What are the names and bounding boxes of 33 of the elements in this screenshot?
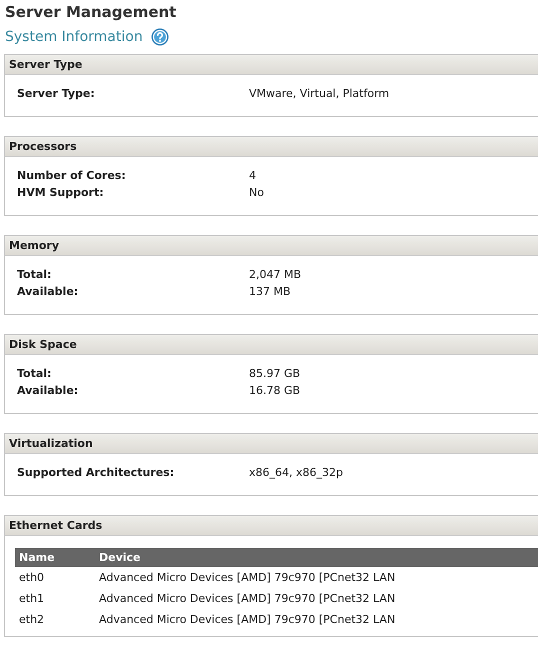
section-header: Ethernet Cards xyxy=(5,516,538,536)
section-header: Processors xyxy=(5,137,538,157)
table-cell: eth0 xyxy=(15,567,95,588)
field-label: Total: xyxy=(17,267,52,283)
field-value: 2,047 MB xyxy=(249,267,302,283)
table-cell-text: Advanced Micro Devices [AMD] 79c970 [PCnet32 LAN xyxy=(98,612,396,628)
field-value: x86_64, x86_32p xyxy=(249,465,344,481)
field-label: Available: xyxy=(17,383,80,399)
field-label: Available: xyxy=(17,284,80,300)
field-label: Total: xyxy=(17,366,52,382)
column-header: Device xyxy=(95,548,538,567)
section-header: Memory xyxy=(5,236,538,256)
field-label: HVM Support: xyxy=(17,185,105,201)
column-header: Name xyxy=(15,548,95,567)
section-header: Virtualization xyxy=(5,434,538,454)
field-label: Supported Architectures: xyxy=(17,465,176,481)
field-label: Number of Cores: xyxy=(17,168,127,184)
field-label: Server Type: xyxy=(17,86,96,102)
page-subtitle: System Information xyxy=(5,29,143,45)
table-cell-text: Advanced Micro Devices [AMD] 79c970 [PCnet32 LAN xyxy=(98,591,396,607)
field-value: 137 MB xyxy=(249,284,292,300)
section-header: Server Type xyxy=(5,55,538,75)
field-value: VMware, Virtual, Platform xyxy=(249,86,390,102)
help-icon[interactable] xyxy=(150,28,169,46)
section-header: Disk Space xyxy=(5,335,538,355)
page-title: Server Management xyxy=(5,3,178,22)
table-cell-text: eth1 xyxy=(18,591,46,607)
table-cell: Advanced Micro Devices [AMD] 79c970 [PCnet32 LAN xyxy=(95,567,538,588)
table-cell-text: eth2 xyxy=(18,612,46,628)
field-value: No xyxy=(249,185,265,201)
field-value: 85.97 GB xyxy=(249,366,302,382)
field-value: 16.78 GB xyxy=(249,383,302,399)
field-value: 4 xyxy=(249,168,257,184)
